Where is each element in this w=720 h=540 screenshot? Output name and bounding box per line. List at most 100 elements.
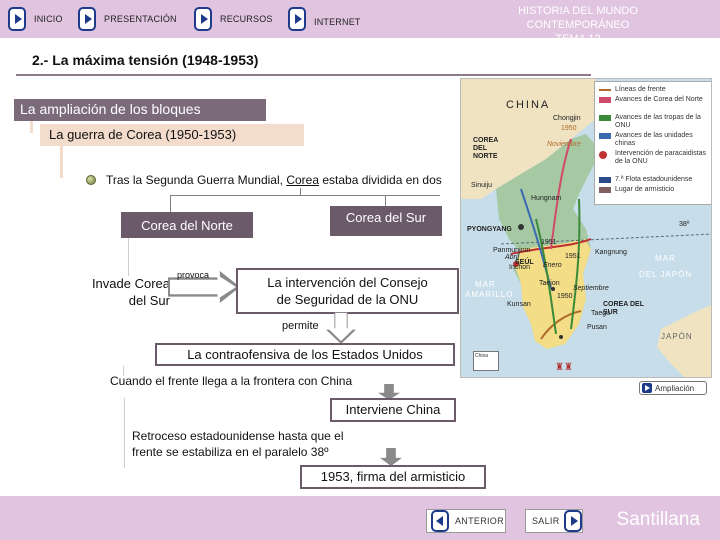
paratrooper-symbols-icon: ♜♜ [555,362,573,373]
map-label-septiembre: Septiembre [573,285,609,292]
text-tras-guerra: Tras la Segunda Guerra Mundial, Corea es… [106,173,442,187]
bottom-bar [0,496,720,540]
ship-icon [599,177,611,183]
text-retroceso: Retroceso estadounidense hasta que el fr… [132,428,382,460]
play-arrow-icon [288,7,306,31]
legend-label-china: Avances de las unidades chinas [615,132,693,147]
branch-line [170,195,171,212]
play-arrow-icon [78,7,96,31]
legend-item-frente: Líneas de frente [599,86,666,94]
ampliacion-label: Ampliación [655,383,695,393]
branch-line [300,188,301,196]
legend-label-armisticio: Lugar de armisticio [615,186,675,193]
legend-line-icon [599,89,611,91]
invade-line2: del Sur [128,293,170,308]
map-label-mar-japon: DEL JAPÓN [639,270,693,279]
box-firma-armisticio: 1953, firma del armisticio [300,465,486,489]
nav-recursos-button[interactable]: RECURSOS [194,6,273,32]
map-label-kangnung: Kangnung [595,249,627,256]
legend-item-paracaidistas: Intervención de paracaidistas de la ONU [599,150,711,166]
header-title-line1: HISTORIA DEL MUNDO CONTEMPORÁNEO [518,5,638,31]
label-permite: permite [282,320,319,332]
map-label-1951: 1951 [541,239,557,246]
intervencion-line1: La intervención del Consejo [267,275,428,290]
legend-item-onu: Avances de las tropas de la ONU [599,114,711,130]
map-label-corea-norte: COREA DEL NORTE [473,137,499,160]
nav-internet-button[interactable]: INTERNET [288,6,361,32]
back-arrow-icon [431,510,449,532]
map-korean-war[interactable]: CHINA COREA DEL NORTE Chongjin Sinuiju H… [460,78,712,378]
nav-inicio-button[interactable]: INICIO [8,6,63,32]
parachute-icon [599,151,607,159]
map-label-mar-amarillo: AMARILLO [465,290,514,299]
nav-internet-label: INTERNET [314,17,361,27]
down-arrow-icon [380,448,402,466]
text-cuando-frente: Cuando el frente llega a la frontera con… [110,374,353,388]
play-arrow-icon [8,7,26,31]
legend-label-onu: Avances de las tropas de la ONU [615,114,701,129]
header-title-line2: TEMA 12 [555,33,601,45]
nav-inicio-label: INICIO [34,14,63,24]
salir-label: SALIR [532,516,560,526]
legend-arrow-icon [599,97,611,103]
corea-link[interactable]: Corea [286,173,319,187]
armistice-icon [599,187,611,193]
anterior-label: ANTERIOR [455,516,504,526]
legend-arrow-icon [599,133,611,139]
section-divider [16,74,591,76]
nav-recursos-label: RECURSOS [220,14,273,24]
nav-presentacion-button[interactable]: PRESENTACIÓN [78,6,177,32]
map-label-38: 38º [679,221,690,228]
legend-label-flota: 7.ª Flota estadounidense [615,176,693,183]
legend-item-flota: 7.ª Flota estadounidense [599,176,692,184]
bullet-icon [86,175,96,185]
section-title: 2.- La máxima tensión (1948-1953) [32,52,259,68]
retroceso-line1: Retroceso estadounidense hasta que el [132,429,344,443]
branch-line [385,195,386,206]
box-contraofensiva: La contraofensiva de los Estados Unidos [155,343,455,366]
box-intervencion-onu: La intervención del Consejo de Seguridad… [236,268,459,314]
connector-line [60,146,63,178]
map-label-chongjin: Chongjin [553,115,581,122]
map-label-1951-b: 1951 [565,253,581,260]
connector-line [30,121,33,133]
map-label-japon: JAPÓN [661,332,693,341]
map-label-sinuiju: Sinuiju [471,182,493,189]
connector-line [128,238,129,276]
branch-line [170,195,440,196]
legend-arrow-icon [599,115,611,121]
city-dot-pusan [559,335,563,339]
invade-line1: Invade Corea [91,276,170,291]
heading-guerra-corea: La guerra de Corea (1950-1953) [40,124,304,146]
legend-item-armisticio: Lugar de armisticio [599,186,674,194]
map-label-1950-b: 1950 [557,293,573,300]
header-title: HISTORIA DEL MUNDO CONTEMPORÁNEO TEMA 12 [468,4,688,46]
map-label-1950: 1950 [561,125,577,132]
tras-text-after: estaba dividida en dos [319,173,442,187]
ampliacion-button[interactable]: Ampliación [639,381,707,395]
top-nav-bar: INICIO PRESENTACIÓN RECURSOS INTERNET HI… [0,0,720,45]
label-provoca: provoca [177,270,210,280]
city-dot-pyongyang [518,224,524,230]
legend-label-norte: Avances de Corea del Norte [615,96,703,103]
down-arrow-fill [328,313,354,341]
legend-label-frente: Líneas de frente [615,86,666,93]
legend-item-china: Avances de las unidades chinas [599,132,711,148]
connector-line [124,398,125,468]
anterior-button[interactable]: ANTERIOR [426,509,506,533]
tras-text-before: Tras la Segunda Guerra Mundial, [106,173,287,187]
forward-arrow-icon [564,510,582,532]
map-label-mar: MAR [655,254,676,263]
heading-bloques: La ampliación de los bloques [14,99,266,121]
map-label-pyongyang: PYONGYANG [467,226,512,233]
play-arrow-icon [194,7,212,31]
box-corea-norte: Corea del Norte [121,212,253,238]
map-label-inchon: Inchon [509,264,531,271]
text-invade-corea: Invade Corea del Sur [60,275,170,309]
salir-button[interactable]: SALIR [525,509,583,533]
map-legend: Líneas de frente Avances de Corea del No… [594,81,711,205]
map-label-china: CHINA [506,99,551,111]
intervencion-line2: de Seguridad de la ONU [276,292,419,307]
legend-label-paracaidistas: Intervención de paracaidistas de la ONU [615,150,707,165]
play-arrow-icon [642,383,652,393]
